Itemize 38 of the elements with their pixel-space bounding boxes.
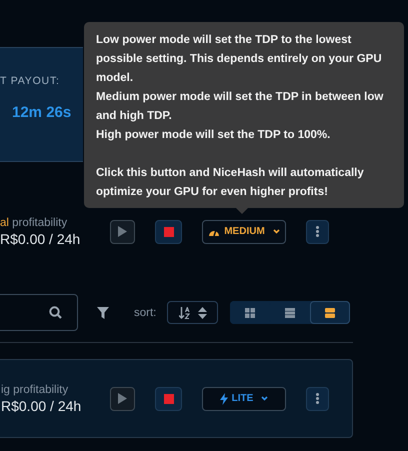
lightning-icon [220, 392, 228, 404]
more-icon [316, 393, 319, 404]
stop-icon [164, 394, 174, 404]
rows-icon [325, 308, 336, 318]
sort-button[interactable] [167, 301, 218, 324]
search-field[interactable] [0, 294, 78, 331]
play-icon [118, 393, 127, 404]
more-button[interactable] [306, 220, 329, 244]
list-icon [285, 308, 296, 318]
play-icon [118, 226, 127, 237]
chevron-down-icon [261, 396, 268, 401]
payout-time: 12m 26s [12, 104, 72, 121]
play-button[interactable] [110, 220, 135, 244]
profitability-label: al profitability [0, 216, 68, 228]
play-button[interactable] [110, 386, 135, 410]
sort-az-icon [178, 306, 190, 318]
view-toggle[interactable] [310, 301, 350, 324]
profitability-label: ig profitability [1, 384, 68, 396]
tooltip-text: Click this button and NiceHash will automatically optimize your GPU for even higher profits! [96, 166, 365, 200]
stop-button[interactable] [155, 386, 182, 410]
sort-label: sort: [134, 306, 156, 318]
payout-label: T PAYOUT: [0, 75, 60, 87]
grid-icon [245, 308, 256, 318]
profit-value: R$0.00 / 24h [0, 230, 80, 246]
tooltip-text: High power mode will set the TDP to 100%. [96, 128, 332, 143]
sort-arrows-icon [198, 306, 207, 318]
chevron-down-icon [272, 229, 280, 234]
more-icon [316, 226, 319, 237]
tooltip-text: Low power mode will set the TDP to the lowest possible setting. This depends entirely on your GPU model. [96, 33, 383, 86]
more-button[interactable] [306, 386, 329, 410]
filter-icon [97, 306, 109, 318]
tooltip-text: Medium power mode will set the TDP in between low and high TDP. [96, 90, 384, 124]
power-mode-dropdown[interactable]: LITE [202, 386, 286, 410]
power-mode-dropdown[interactable]: MEDIUM [202, 220, 286, 244]
stop-button[interactable] [155, 220, 182, 244]
profit-value: R$0.00 / 24h [1, 398, 82, 414]
stop-icon [164, 226, 174, 236]
search-icon [49, 306, 62, 319]
